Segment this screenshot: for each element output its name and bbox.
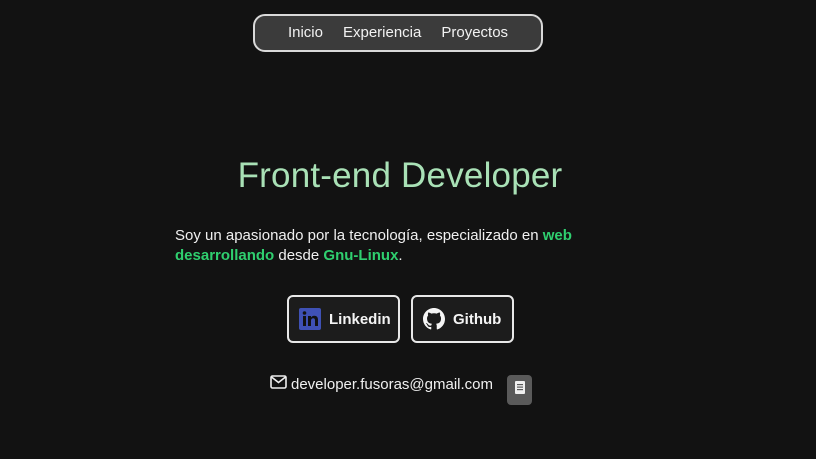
github-label: Github	[453, 310, 502, 328]
linkedin-icon	[299, 308, 321, 330]
email-address[interactable]: developer.fusoras@gmail.com	[291, 376, 493, 393]
contact-email-row: developer.fusoras@gmail.com	[270, 375, 493, 394]
linkedin-button[interactable]: Linkedin	[287, 295, 400, 343]
social-links: Linkedin Github	[287, 295, 514, 343]
copy-icon	[514, 380, 526, 400]
github-button[interactable]: Github	[411, 295, 514, 343]
page-title: Front-end Developer	[237, 156, 563, 195]
bio-part-2: desde	[274, 247, 324, 264]
page: Inicio Experiencia Proyectos Front-end D…	[0, 0, 816, 459]
copy-email-button[interactable]	[507, 375, 532, 405]
nav-link-inicio[interactable]: Inicio	[278, 14, 333, 52]
bio-part-1: Soy un apasionado por la tecnología, esp…	[175, 227, 543, 244]
bio-highlight-gnu-linux: Gnu-Linux	[323, 247, 399, 264]
bio-text: Soy un apasionado por la tecnología, esp…	[175, 226, 595, 266]
github-icon	[423, 308, 445, 330]
nav-link-experiencia[interactable]: Experiencia	[333, 14, 431, 52]
nav-link-proyectos[interactable]: Proyectos	[431, 14, 518, 52]
linkedin-label: Linkedin	[329, 310, 391, 328]
top-nav: Inicio Experiencia Proyectos	[253, 14, 543, 52]
bio-part-3: .	[398, 247, 403, 264]
mail-icon	[270, 375, 287, 394]
